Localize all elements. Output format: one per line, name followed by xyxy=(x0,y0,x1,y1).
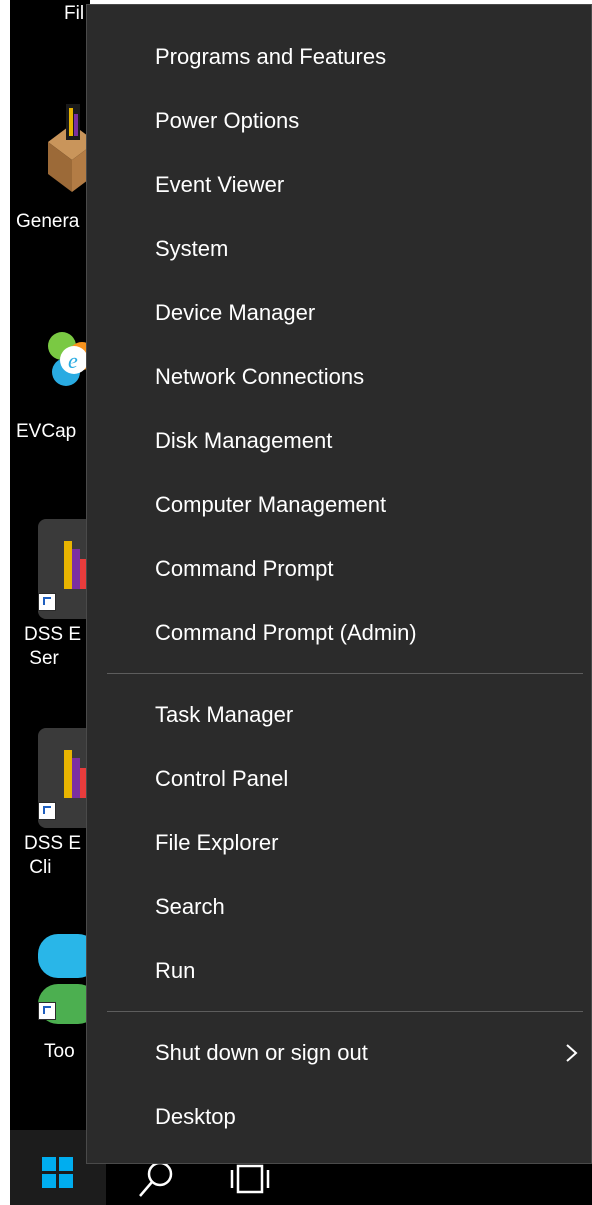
shortcut-arrow-icon xyxy=(38,1002,56,1020)
desktop-icon-label: EVCap xyxy=(16,421,77,442)
menu-item-label: Command Prompt (Admin) xyxy=(155,620,417,645)
menu-item-label: File Explorer xyxy=(155,830,279,855)
menu-item-programs-and-features[interactable]: Programs and Features xyxy=(87,25,591,89)
menu-separator xyxy=(107,673,583,674)
desktop-icon-evcapture[interactable]: e EVCap xyxy=(10,310,90,450)
menu-item-label: Event Viewer xyxy=(155,172,285,197)
menu-item-command-prompt[interactable]: Command Prompt xyxy=(87,537,591,601)
desktop-icon-label: DSS E Cli xyxy=(24,833,82,878)
desktop-icon-label: DSS E Ser xyxy=(24,624,82,669)
menu-item-label: Programs and Features xyxy=(155,44,387,69)
menu-item-control-panel[interactable]: Control Panel xyxy=(87,747,591,811)
menu-item-task-manager[interactable]: Task Manager xyxy=(87,683,591,747)
menu-item-system[interactable]: System xyxy=(87,217,591,281)
evcapture-icon: e xyxy=(48,332,90,386)
menu-item-label: Disk Management xyxy=(155,428,333,453)
search-icon[interactable] xyxy=(136,1160,176,1200)
menu-item-shut-down-or-sign-out[interactable]: Shut down or sign out xyxy=(87,1021,591,1085)
menu-item-label: Search xyxy=(155,894,225,919)
shortcut-arrow-icon xyxy=(38,593,56,611)
desktop-icon-dss-client[interactable]: DSS E Cli xyxy=(10,724,90,904)
desktop-icon-label: Genera xyxy=(16,211,80,232)
menu-item-desktop[interactable]: Desktop xyxy=(87,1085,591,1149)
desktop-icon-label: Fil xyxy=(64,3,85,24)
menu-item-label: Power Options xyxy=(155,108,300,133)
menu-item-label: Desktop xyxy=(155,1104,236,1129)
menu-separator xyxy=(107,1011,583,1012)
svg-text:e: e xyxy=(68,348,78,373)
package-icon xyxy=(48,104,90,192)
shortcut-arrow-icon xyxy=(38,802,56,820)
desktop-icon-dss-server[interactable]: DSS E Ser xyxy=(10,515,90,695)
menu-item-event-viewer[interactable]: Event Viewer xyxy=(87,153,591,217)
menu-item-device-manager[interactable]: Device Manager xyxy=(87,281,591,345)
desktop-icon-generator[interactable]: Genera xyxy=(10,100,90,240)
menu-item-run[interactable]: Run xyxy=(87,939,591,1003)
desktop-icon-file[interactable]: Fil xyxy=(10,0,90,30)
winx-context-menu: Programs and Features Power Options Even… xyxy=(86,4,592,1164)
menu-item-computer-management[interactable]: Computer Management xyxy=(87,473,591,537)
menu-item-label: Computer Management xyxy=(155,492,387,517)
menu-item-file-explorer[interactable]: File Explorer xyxy=(87,811,591,875)
menu-item-power-options[interactable]: Power Options xyxy=(87,89,591,153)
desktop-icon-tool[interactable]: Too xyxy=(10,930,90,1070)
menu-item-search[interactable]: Search xyxy=(87,875,591,939)
menu-item-label: Network Connections xyxy=(155,364,365,389)
menu-item-command-prompt-admin[interactable]: Command Prompt (Admin) xyxy=(87,601,591,665)
desktop: Fil Genera e EVCap DSS E Ser DSS E Cli T… xyxy=(10,0,90,1130)
menu-item-label: Control Panel xyxy=(155,766,289,791)
menu-item-label: Device Manager xyxy=(155,300,316,325)
menu-item-label: Run xyxy=(155,958,196,983)
menu-item-label: Command Prompt xyxy=(155,556,334,581)
task-view-icon[interactable] xyxy=(230,1160,270,1200)
windows-logo-icon xyxy=(42,1157,74,1189)
menu-item-label: Task Manager xyxy=(155,702,294,727)
menu-item-label: System xyxy=(155,236,229,261)
desktop-icon-label: Too xyxy=(44,1041,75,1062)
menu-item-network-connections[interactable]: Network Connections xyxy=(87,345,591,409)
menu-item-label: Shut down or sign out xyxy=(155,1040,368,1065)
menu-item-disk-management[interactable]: Disk Management xyxy=(87,409,591,473)
chevron-right-icon xyxy=(566,1044,578,1062)
